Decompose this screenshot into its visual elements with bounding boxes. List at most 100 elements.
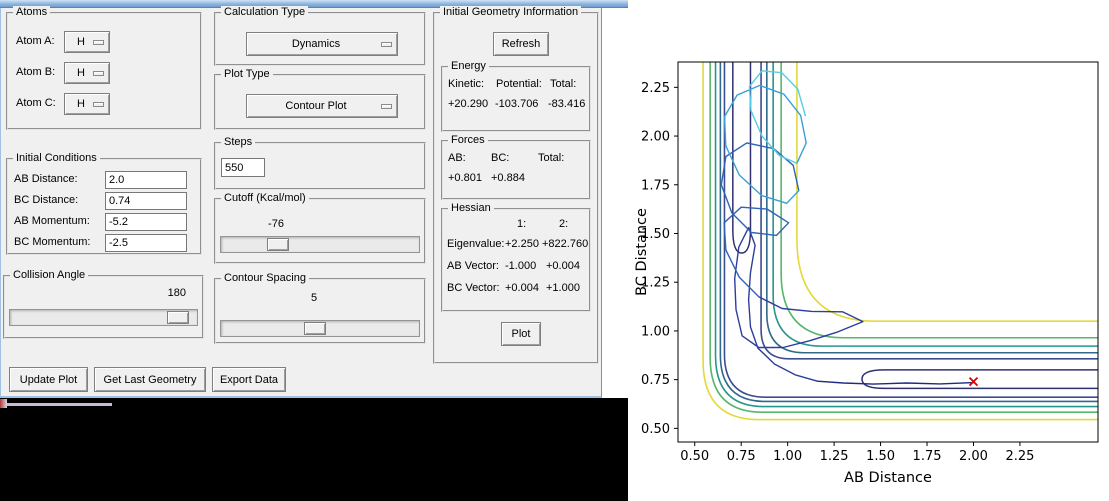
kinetic-value: +20.290 — [448, 98, 489, 110]
console-window — [0, 398, 628, 501]
forces-total-header: Total: — [538, 152, 565, 164]
energy-group: Energy Kinetic: Potential: Total: +20.29… — [441, 60, 591, 132]
steps-group: Steps — [214, 136, 426, 190]
svg-text:0.50: 0.50 — [641, 422, 670, 437]
svg-text:2.00: 2.00 — [641, 130, 670, 145]
ab-vector-v1: -1.000 — [505, 260, 537, 272]
svg-text:1.75: 1.75 — [641, 178, 670, 193]
calculation-type-title: Calculation Type — [221, 6, 309, 19]
hessian-col1-header: 1: — [517, 218, 527, 230]
cutoff-title: Cutoff (Kcal/mol) — [221, 192, 309, 205]
plot-type-dropdown[interactable]: Contour Plot — [246, 94, 398, 118]
bc-distance-label: BC Distance: — [14, 194, 79, 206]
svg-text:0.50: 0.50 — [680, 449, 709, 464]
initial-conditions-group: Initial Conditions AB Distance: BC Dista… — [6, 152, 202, 255]
ab-vector-label: AB Vector: — [447, 260, 499, 272]
plot-type-value: Contour Plot — [285, 100, 347, 112]
potential-value: -103.706 — [495, 98, 539, 110]
atom-c-label: Atom C: — [16, 97, 56, 109]
dropdown-indicator-icon — [93, 39, 104, 45]
forces-group-title: Forces — [448, 134, 488, 147]
svg-text:1.25: 1.25 — [820, 449, 849, 464]
energy-group-title: Energy — [448, 60, 489, 73]
svg-text:AB Distance: AB Distance — [844, 470, 932, 486]
dropdown-indicator-icon — [93, 101, 104, 107]
svg-text:2.25: 2.25 — [641, 81, 670, 96]
control-panel: Atoms Atom A: H Atom B: H Atom C: H Calc… — [0, 6, 602, 398]
bc-vector-v2: +1.000 — [546, 282, 580, 294]
ab-momentum-label: AB Momentum: — [14, 215, 90, 227]
contour-plot-canvas: 0.50 0.75 1.00 1.25 1.50 1.75 2.00 2.25 0.50 0.75… — [600, 0, 1109, 501]
hessian-group-title: Hessian — [448, 202, 494, 215]
get-last-geometry-button[interactable]: Get Last Geometry — [94, 367, 206, 392]
initial-geometry-group: Initial Geometry Information Refresh Ene… — [433, 6, 599, 364]
background-window-edge — [0, 403, 112, 406]
svg-text:2.00: 2.00 — [959, 449, 988, 464]
forces-ab-value: +0.801 — [448, 172, 482, 184]
svg-text:1.50: 1.50 — [866, 449, 895, 464]
eigenvalue-label: Eigenvalue: — [447, 238, 505, 250]
collision-angle-title: Collision Angle — [10, 269, 89, 282]
atom-a-value: H — [77, 36, 85, 48]
svg-text:1.00: 1.00 — [641, 324, 670, 339]
atom-a-dropdown[interactable]: H — [64, 31, 110, 53]
plot-type-title: Plot Type — [221, 68, 273, 81]
forces-ab-header: AB: — [448, 152, 466, 164]
bc-momentum-input[interactable] — [105, 234, 187, 252]
forces-bc-header: BC: — [491, 152, 510, 164]
atom-b-value: H — [77, 67, 85, 79]
forces-group: Forces AB: BC: Total: +0.801 +0.884 — [441, 134, 591, 200]
svg-text:1.75: 1.75 — [913, 449, 942, 464]
atom-c-value: H — [77, 98, 85, 110]
contour-spacing-slider[interactable] — [220, 320, 420, 337]
bc-distance-input[interactable] — [105, 192, 187, 210]
cutoff-slider[interactable] — [220, 236, 420, 253]
cutoff-slider-handle[interactable] — [266, 238, 289, 251]
plot-button[interactable]: Plot — [501, 322, 541, 346]
eigenvalue-v2: +822.760 — [542, 238, 589, 250]
svg-text:0.75: 0.75 — [641, 373, 670, 388]
ab-momentum-input[interactable] — [105, 213, 187, 231]
initial-geometry-title: Initial Geometry Information — [440, 6, 582, 19]
total-value: -83.416 — [548, 98, 586, 110]
initial-conditions-title: Initial Conditions — [13, 152, 100, 165]
contour-spacing-slider-handle[interactable] — [304, 322, 327, 335]
steps-title: Steps — [221, 136, 256, 149]
window-fragment — [0, 399, 7, 408]
contour-spacing-title: Contour Spacing — [221, 272, 309, 285]
svg-text:BC Distance: BC Distance — [634, 208, 650, 296]
eigenvalue-v1: +2.250 — [505, 238, 539, 250]
kinetic-header: Kinetic: — [448, 78, 485, 90]
bc-vector-v1: +0.004 — [505, 282, 539, 294]
atom-b-dropdown[interactable]: H — [64, 62, 110, 84]
collision-angle-value: 180 — [167, 287, 186, 299]
steps-input[interactable] — [221, 158, 265, 177]
atom-c-dropdown[interactable]: H — [64, 93, 110, 115]
ab-distance-input[interactable] — [105, 171, 187, 189]
dropdown-indicator-icon — [93, 70, 104, 76]
refresh-button[interactable]: Refresh — [493, 32, 549, 56]
collision-angle-slider-handle[interactable] — [167, 311, 190, 324]
calculation-type-value: Dynamics — [291, 38, 341, 50]
bc-momentum-label: BC Momentum: — [14, 236, 91, 248]
hessian-group: Hessian 1: 2: Eigenvalue: +2.250 +822.76… — [441, 202, 591, 312]
calculation-type-group: Calculation Type Dynamics — [214, 6, 426, 66]
potential-header: Potential: — [496, 78, 542, 90]
collision-angle-slider[interactable] — [9, 309, 198, 326]
atoms-group: Atoms Atom A: H Atom B: H Atom C: H — [6, 6, 202, 130]
collision-angle-group: Collision Angle 180 — [3, 269, 204, 339]
hessian-col2-header: 2: — [559, 218, 569, 230]
dropdown-indicator-icon — [381, 103, 392, 109]
svg-text:1.00: 1.00 — [773, 449, 802, 464]
export-data-button[interactable]: Export Data — [212, 367, 286, 392]
ab-distance-label: AB Distance: — [14, 173, 78, 185]
calculation-type-dropdown[interactable]: Dynamics — [246, 32, 398, 56]
forces-bc-value: +0.884 — [491, 172, 525, 184]
svg-text:2.25: 2.25 — [1005, 449, 1034, 464]
cutoff-group: Cutoff (Kcal/mol) -76 — [214, 192, 426, 264]
plot-type-group: Plot Type Contour Plot — [214, 68, 426, 130]
contour-plot-svg: 0.50 0.75 1.00 1.25 1.50 1.75 2.00 2.25 0.50 0.75… — [634, 61, 1099, 486]
update-plot-button[interactable]: Update Plot — [9, 367, 88, 392]
dropdown-indicator-icon — [381, 41, 392, 47]
atom-b-label: Atom B: — [16, 66, 56, 78]
